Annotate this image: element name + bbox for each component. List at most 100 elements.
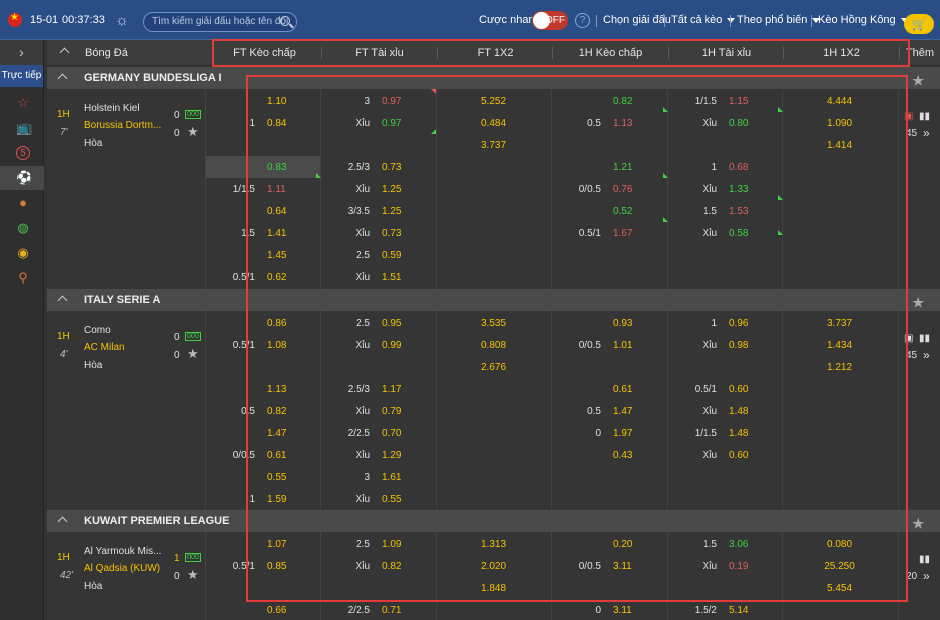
odds-price[interactable]: 0.60 bbox=[729, 448, 748, 464]
tennis-icon[interactable]: ◍ bbox=[16, 221, 30, 235]
live-stats-icon[interactable]: 000 bbox=[185, 110, 201, 119]
odds-price[interactable]: 0.82 bbox=[267, 404, 286, 420]
help-icon[interactable]: ? bbox=[575, 13, 590, 28]
odds-price[interactable]: 1.53 bbox=[729, 204, 748, 220]
odds-price[interactable]: 1.25 bbox=[382, 204, 401, 220]
odds-price[interactable]: 0.59 bbox=[382, 248, 401, 264]
choose-league-button[interactable]: Chọn giải đấu bbox=[603, 0, 671, 40]
volleyball-icon[interactable]: ◉ bbox=[16, 246, 30, 260]
odds-price[interactable]: 1.48 bbox=[729, 426, 748, 442]
table-tennis-icon[interactable]: ⚲ bbox=[16, 271, 30, 285]
col-ft-over-under[interactable]: FT Tài xỉu bbox=[322, 40, 437, 66]
favorite-star-icon[interactable]: ★ bbox=[187, 567, 199, 583]
league-header[interactable]: KUWAIT PREMIER LEAGUE ★ bbox=[47, 510, 940, 532]
odds-price[interactable]: 0.64 bbox=[267, 204, 286, 220]
odds-price[interactable]: 0.60 bbox=[729, 382, 748, 398]
odds-price[interactable]: 0.96 bbox=[729, 316, 748, 332]
odds-price[interactable]: 0.95 bbox=[382, 316, 401, 332]
odds-price[interactable]: 1.59 bbox=[267, 492, 286, 508]
quick-bet-toggle[interactable]: OFF bbox=[532, 11, 568, 30]
odds-price[interactable]: 3.737 bbox=[782, 316, 897, 332]
odds-price[interactable]: 1.090 bbox=[782, 116, 897, 132]
live-stats-icon[interactable]: 000 bbox=[185, 553, 201, 562]
odds-price[interactable]: 1.47 bbox=[267, 426, 286, 442]
collapse-all-chevron-icon[interactable] bbox=[59, 47, 70, 58]
odds-price[interactable]: 1.41 bbox=[267, 226, 286, 242]
odds-price[interactable]: 0.80 bbox=[729, 116, 748, 132]
stats-icon[interactable]: ▮▮ bbox=[919, 554, 930, 565]
odds-price[interactable]: 1.07 bbox=[267, 537, 286, 553]
odds-price[interactable]: 0.52 bbox=[613, 204, 632, 220]
odds-price[interactable]: 0.58 bbox=[729, 226, 748, 242]
odds-price[interactable]: 1.212 bbox=[782, 360, 897, 376]
odds-price[interactable]: 2.676 bbox=[436, 360, 551, 376]
cart-button[interactable]: 🛒 bbox=[904, 14, 934, 34]
odds-price[interactable]: 1.21 bbox=[613, 160, 632, 176]
odds-price[interactable]: 5.454 bbox=[782, 581, 897, 597]
odds-price[interactable]: 0.86 bbox=[267, 316, 286, 332]
odds-price[interactable]: 0.080 bbox=[782, 537, 897, 553]
odds-price[interactable]: 1.45 bbox=[267, 248, 286, 264]
odds-price[interactable]: 1.848 bbox=[436, 581, 551, 597]
odds-price[interactable]: 0.70 bbox=[382, 426, 401, 442]
odds-price[interactable]: 0.97 bbox=[382, 116, 401, 132]
favorite-star-icon[interactable]: ★ bbox=[912, 513, 924, 535]
live-tv-icon[interactable]: ▣ bbox=[904, 333, 913, 344]
odds-price[interactable]: 0.73 bbox=[382, 160, 401, 176]
vietnam-flag-icon[interactable] bbox=[8, 12, 22, 27]
odds-price[interactable]: 0.97 bbox=[382, 94, 401, 110]
col-ft-1x2[interactable]: FT 1X2 bbox=[438, 40, 553, 66]
odds-price[interactable]: 0.61 bbox=[613, 382, 632, 398]
count-5-icon[interactable]: 5 bbox=[16, 146, 30, 160]
odds-price[interactable]: 1.97 bbox=[613, 426, 632, 442]
collapse-chevron-icon[interactable] bbox=[57, 73, 68, 84]
odds-price[interactable]: 3.11 bbox=[613, 603, 632, 619]
odds-price[interactable]: 1.414 bbox=[782, 138, 897, 154]
odds-price[interactable]: 0.98 bbox=[729, 338, 748, 354]
odds-price[interactable]: 0.93 bbox=[613, 316, 632, 332]
odds-price[interactable]: 1.61 bbox=[382, 470, 401, 486]
live-stats-icon[interactable]: 000 bbox=[185, 332, 201, 341]
odds-price[interactable]: 0.85 bbox=[267, 559, 286, 575]
odds-price[interactable]: 0.71 bbox=[382, 603, 401, 619]
league-header[interactable]: GERMANY BUNDESLIGA I ★ bbox=[47, 67, 940, 89]
favorite-star-icon[interactable]: ★ bbox=[912, 292, 924, 314]
odds-price[interactable]: 0.68 bbox=[729, 160, 748, 176]
odds-price[interactable]: 0.76 bbox=[613, 182, 632, 198]
odds-price[interactable]: 0.43 bbox=[613, 448, 632, 464]
odds-price[interactable]: 1.17 bbox=[382, 382, 401, 398]
chevron-right-icon[interactable]: » bbox=[923, 569, 930, 583]
odds-price[interactable]: 0.484 bbox=[436, 116, 551, 132]
odds-price[interactable]: 0.82 bbox=[613, 94, 632, 110]
live-tv-icon[interactable]: 📺 bbox=[16, 121, 32, 135]
odds-price[interactable]: 3.535 bbox=[436, 316, 551, 332]
odds-price[interactable]: 1.01 bbox=[613, 338, 632, 354]
odds-price[interactable]: 25.250 bbox=[782, 559, 897, 575]
odds-price[interactable]: 0.808 bbox=[436, 338, 551, 354]
stats-icon[interactable]: ▮▮ bbox=[919, 333, 930, 344]
odds-price[interactable]: 3.737 bbox=[436, 138, 551, 154]
odds-price[interactable]: 0.79 bbox=[382, 404, 401, 420]
odds-price[interactable]: 5.14 bbox=[729, 603, 748, 619]
odds-price[interactable]: 5.252 bbox=[436, 94, 551, 110]
more-markets-count[interactable]: 45 bbox=[906, 128, 917, 139]
more-markets-count[interactable]: 20 bbox=[906, 571, 917, 582]
odds-price[interactable]: 0.19 bbox=[729, 559, 748, 575]
odds-price[interactable]: 1.29 bbox=[382, 448, 401, 464]
stats-icon[interactable]: ▮▮ bbox=[919, 111, 930, 122]
sidebar-live-tab[interactable]: Trực tiếp bbox=[0, 65, 43, 87]
odds-type-dropdown[interactable]: Kèo Hồng Kông bbox=[818, 0, 909, 40]
favorite-star-icon[interactable]: ☆ bbox=[16, 96, 30, 110]
odds-price[interactable]: 1.15 bbox=[729, 94, 748, 110]
odds-price[interactable]: 0.66 bbox=[267, 603, 286, 619]
odds-price[interactable]: 0.83 bbox=[267, 160, 286, 176]
selected-odds-cell[interactable] bbox=[205, 156, 320, 178]
odds-price[interactable]: 0.82 bbox=[382, 559, 401, 575]
odds-price[interactable]: 0.61 bbox=[267, 448, 286, 464]
search-input[interactable]: Tìm kiếm giải đấu hoặc tên đội bbox=[143, 12, 297, 32]
league-header[interactable]: ITALY SERIE A ★ bbox=[47, 289, 940, 311]
favorite-star-icon[interactable]: ★ bbox=[912, 70, 924, 92]
odds-price[interactable]: 0.20 bbox=[613, 537, 632, 553]
brightness-icon[interactable]: ☼ bbox=[115, 0, 129, 40]
col-ft-handicap[interactable]: FT Kèo chấp bbox=[207, 40, 322, 66]
